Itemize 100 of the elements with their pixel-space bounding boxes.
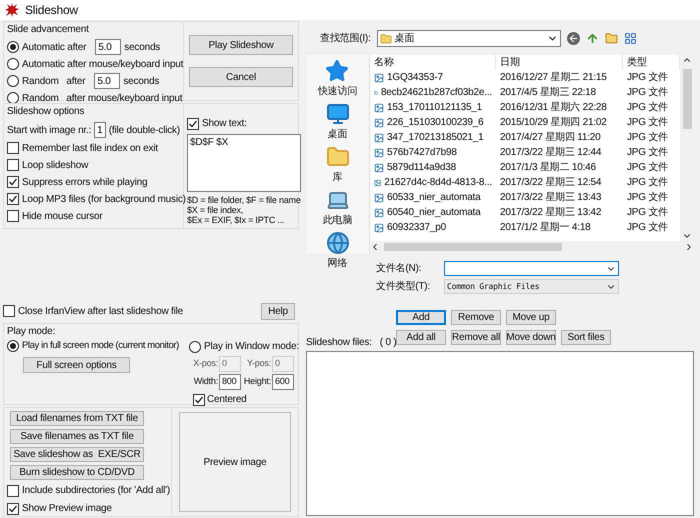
field-label: Start with image nr.: xyxy=(7,124,92,138)
horizontal-scrollbar[interactable] xyxy=(370,241,694,253)
column-header[interactable]: 日期 xyxy=(496,55,623,70)
image-number-field[interactable]: 1 xyxy=(94,122,106,138)
file-button[interactable]: Load filenames from TXT file xyxy=(10,411,144,426)
number-field[interactable]: 600 xyxy=(272,374,294,390)
folder-icon xyxy=(380,32,392,44)
look-in-dropdown[interactable]: 桌面 xyxy=(376,30,561,47)
date-cell-text: 2017/4/27 星期四 11:20 xyxy=(499,130,602,145)
preview-label: Preview image xyxy=(204,456,266,470)
file-row[interactable]: 347_170213185021_1 2017/4/27 星期四 11:20 JPG 文件 xyxy=(370,130,680,145)
group-title: Slideshow options xyxy=(7,105,86,119)
file-type-label: 文件类型(T): xyxy=(376,280,431,294)
image-file-icon xyxy=(374,178,382,188)
type-cell-text: JPG 文件 xyxy=(626,116,670,130)
place-item[interactable]: 网络 xyxy=(326,231,350,271)
checkbox-label: Show text: xyxy=(202,117,247,131)
radio-button[interactable] xyxy=(7,75,19,87)
list-button[interactable]: Move up xyxy=(506,310,556,325)
image-file-icon xyxy=(374,72,384,82)
file-row[interactable]: 60932337_p0 2017/1/2 星期一 4:18 JPG 文件 xyxy=(370,220,680,235)
help-button[interactable]: Help xyxy=(261,302,295,320)
file-row[interactable]: 1GQ34353-7 2016/12/27 星期二 21:15 JPG 文件 xyxy=(370,70,680,85)
new-folder-icon[interactable] xyxy=(604,32,618,45)
type-cell-text: JPG 文件 xyxy=(626,160,670,175)
look-in-label: 查找范围(I): xyxy=(320,32,371,46)
checkbox[interactable] xyxy=(7,502,19,514)
group-title: Slide advancement xyxy=(7,23,90,37)
checkbox-label: Hide mouse cursor xyxy=(22,210,103,224)
type-cell-text: JPG 文件 xyxy=(626,220,670,235)
globe-icon xyxy=(326,231,350,255)
view-menu-icon[interactable] xyxy=(624,32,637,45)
full-screen-options-button[interactable]: Full screen options xyxy=(23,357,130,374)
radio-button[interactable] xyxy=(7,92,19,104)
file-row[interactable]: 60533_nier_automata 2017/3/22 星期三 13:43 JPG 文件 xyxy=(370,190,680,205)
file-type-dropdown[interactable]: Common Graphic Files xyxy=(444,279,619,294)
dialog-button[interactable]: Play Slideshow xyxy=(189,35,293,55)
date-cell-text: 2017/1/2 星期一 4:18 xyxy=(499,220,592,235)
number-field[interactable]: 800 xyxy=(219,374,241,390)
place-item[interactable]: 库 xyxy=(326,145,350,185)
radio-button[interactable] xyxy=(7,41,19,53)
list-button[interactable]: Move down xyxy=(506,330,556,345)
checkbox[interactable] xyxy=(7,193,19,205)
radio-button[interactable] xyxy=(7,340,19,352)
legend-text: $D = file folder, $F = file name xyxy=(187,195,301,205)
checkbox[interactable] xyxy=(7,484,19,496)
image-file-icon xyxy=(374,162,384,172)
checkbox[interactable] xyxy=(3,305,15,317)
place-item[interactable]: 此电脑 xyxy=(322,188,352,228)
date-cell-text: 2017/4/5 星期三 22:18 xyxy=(499,86,597,100)
file-row[interactable]: 226_151030100239_6 2015/10/29 星期四 21:02 JPG 文件 xyxy=(370,115,680,130)
radio-button[interactable] xyxy=(7,58,19,70)
checkbox-label: Suppress errors while playing xyxy=(22,176,148,190)
file-button[interactable]: Save slideshow as EXE/SCR xyxy=(10,447,144,462)
date-cell-text: 2017/3/22 星期三 12:44 xyxy=(499,146,602,160)
list-button[interactable]: Add all xyxy=(396,330,446,345)
date-cell-text: 2017/3/22 星期三 13:43 xyxy=(499,190,602,205)
checkbox-label: Include subdirectories (for 'Add all') xyxy=(22,484,170,498)
file-row[interactable]: 5879d114a9d38 2017/1/3 星期二 10:46 JPG 文件 xyxy=(370,160,680,175)
date-cell-text: 2017/1/3 星期二 10:46 xyxy=(499,160,597,175)
file-name-label: 文件名(N): xyxy=(376,262,422,276)
file-button[interactable]: Save filenames as TXT file xyxy=(10,429,144,444)
checkbox[interactable] xyxy=(187,118,199,130)
list-button[interactable]: Remove xyxy=(451,310,501,325)
text-area[interactable]: $D$F $X xyxy=(187,134,301,192)
checkbox[interactable] xyxy=(7,142,19,154)
type-cell-text: JPG 文件 xyxy=(626,130,670,145)
date-cell-text: 2016/12/31 星期六 22:28 xyxy=(499,100,608,115)
column-header[interactable]: 名称 xyxy=(370,55,496,70)
image-file-icon xyxy=(374,102,384,112)
image-file-icon xyxy=(374,148,384,158)
checkbox[interactable] xyxy=(7,176,19,188)
file-row[interactable]: 576b7427d7b98 2017/3/22 星期三 12:44 JPG 文件 xyxy=(370,145,680,160)
seconds-field[interactable]: 5.0 xyxy=(94,73,120,89)
up-icon[interactable] xyxy=(586,32,599,45)
checkbox[interactable] xyxy=(7,159,19,171)
checkbox-label: Centered xyxy=(207,393,247,407)
list-button[interactable]: Remove all xyxy=(451,330,501,345)
file-button[interactable]: Burn slideshow to CD/DVD xyxy=(10,465,144,480)
unit-label: seconds xyxy=(124,40,160,54)
radio-label: Play in full screen mode (current monitor) xyxy=(22,339,179,353)
file-row[interactable]: 60540_nier_automata 2017/3/22 星期三 13:42 JPG 文件 xyxy=(370,205,680,220)
back-icon[interactable] xyxy=(566,32,580,45)
file-row[interactable]: 21627d4c-8d4d-4813-8... 2017/3/22 星期三 12:54 JPG 文件 xyxy=(370,175,680,190)
place-item[interactable]: 桌面 xyxy=(326,102,350,142)
checkbox[interactable] xyxy=(7,210,19,222)
radio-button[interactable] xyxy=(189,340,201,352)
list-button[interactable]: Add xyxy=(396,310,446,325)
list-button[interactable]: Sort files xyxy=(561,330,611,345)
dialog-button[interactable]: Cancel xyxy=(189,67,293,87)
scroll-thumb[interactable] xyxy=(384,243,562,251)
file-name-field[interactable] xyxy=(444,261,619,276)
checkbox[interactable] xyxy=(193,394,205,406)
type-cell-text: JPG 文件 xyxy=(626,70,670,85)
type-cell-text: JPG 文件 xyxy=(626,146,670,160)
file-row[interactable]: 8ecb24621b287cf03b2e... 2017/4/5 星期三 22:18 JPG 文件 xyxy=(370,85,680,100)
scroll-thumb[interactable] xyxy=(682,69,692,129)
file-row[interactable]: 153_170110121135_1 2016/12/31 星期六 22:28 JPG 文件 xyxy=(370,100,680,115)
place-item[interactable]: 快速访问 xyxy=(318,59,358,99)
seconds-field[interactable]: 5.0 xyxy=(95,39,122,55)
